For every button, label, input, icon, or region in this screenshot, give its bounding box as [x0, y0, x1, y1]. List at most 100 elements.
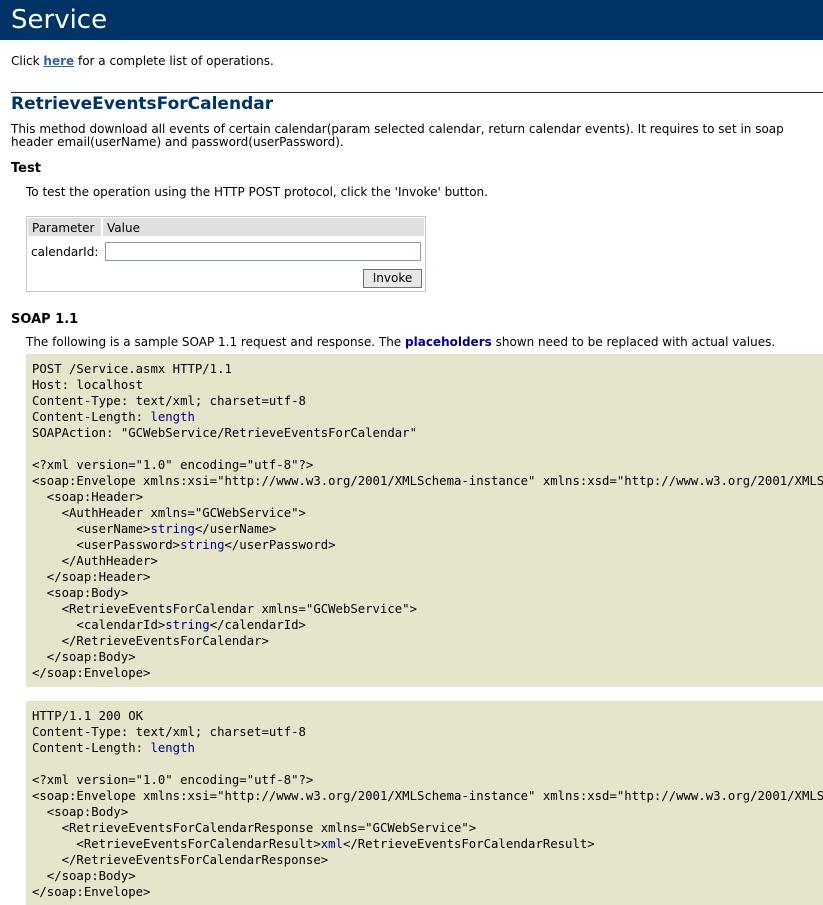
- placeholder-value: xml: [320, 837, 343, 851]
- code-line: Host: localhost: [32, 377, 823, 393]
- operations-intro: Click here for a complete list of operat…: [11, 54, 274, 68]
- code-text: <soap:Envelope xmlns:xsi="http://www.w3.…: [32, 474, 823, 488]
- code-line: </soap:Envelope>: [32, 884, 823, 900]
- code-text: <?xml version="1.0" encoding="utf-8"?>: [32, 773, 314, 787]
- code-text: Content-Length:: [32, 410, 151, 424]
- code-text: <soap:Body>: [32, 805, 129, 819]
- section-divider: [11, 92, 823, 93]
- code-text: <soap:Envelope xmlns:xsi="http://www.w3.…: [32, 789, 823, 803]
- soap-intro-prefix: The following is a sample SOAP 1.1 reque…: [26, 335, 406, 349]
- code-line: </soap:Body>: [32, 649, 823, 665]
- code-text: </calendarId>: [209, 618, 306, 632]
- code-line: <?xml version="1.0" encoding="utf-8"?>: [32, 457, 823, 473]
- code-line: SOAPAction: "GCWebService/RetrieveEvents…: [32, 425, 823, 441]
- code-line: <RetrieveEventsForCalendarResponse xmlns…: [32, 820, 823, 836]
- code-line: </AuthHeader>: [32, 553, 823, 569]
- code-text: <soap:Body>: [32, 586, 129, 600]
- code-text: </soap:Body>: [32, 869, 136, 883]
- placeholder-value: length: [150, 741, 195, 755]
- parameter-column-header: Parameter: [32, 221, 95, 235]
- calendar-id-label: calendarId:: [31, 245, 99, 259]
- code-line: <RetrieveEventsForCalendar xmlns="GCWebS…: [32, 601, 823, 617]
- header-divider: [101, 218, 103, 236]
- calendar-id-input[interactable]: [105, 242, 421, 261]
- soap-heading: SOAP 1.1: [11, 312, 79, 327]
- code-text: HTTP/1.1 200 OK: [32, 709, 144, 723]
- code-line: </RetrieveEventsForCalendar>: [32, 633, 823, 649]
- code-line: <soap:Envelope xmlns:xsi="http://www.w3.…: [32, 473, 823, 489]
- soap-response-sample: HTTP/1.1 200 OK Content-Type: text/xml; c…: [26, 701, 823, 905]
- code-text: Content-Type: text/xml; charset=utf-8: [32, 725, 306, 739]
- service-title: Service: [11, 5, 108, 35]
- code-line: Content-Type: text/xml; charset=utf-8: [32, 724, 823, 740]
- code-text: <RetrieveEventsForCalendarResponse xmlns…: [32, 821, 477, 835]
- placeholder-value: string: [150, 522, 195, 536]
- code-line: </soap:Body>: [32, 868, 823, 884]
- invoke-button[interactable]: Invoke: [363, 269, 422, 288]
- placeholders-word: placeholders: [405, 335, 492, 349]
- code-text: SOAPAction: "GCWebService/RetrieveEvents…: [32, 426, 417, 440]
- test-instructions: To test the operation using the HTTP POS…: [26, 185, 488, 199]
- code-line: </RetrieveEventsForCalendarResponse>: [32, 852, 823, 868]
- code-text: <calendarId>: [32, 618, 166, 632]
- operation-description: This method download all events of certa…: [11, 122, 784, 149]
- test-heading: Test: [11, 161, 41, 176]
- code-line: <soap:Envelope xmlns:xsi="http://www.w3.…: [32, 788, 823, 804]
- soap-response-code: HTTP/1.1 200 OK Content-Type: text/xml; c…: [32, 708, 823, 900]
- soap-intro: The following is a sample SOAP 1.1 reque…: [26, 335, 775, 349]
- code-text: </userName>: [194, 522, 277, 536]
- intro-prefix: Click: [11, 54, 44, 68]
- code-text: </RetrieveEventsForCalendarResponse>: [32, 853, 329, 867]
- placeholder-value: string: [180, 538, 225, 552]
- code-line: <soap:Body>: [32, 804, 823, 820]
- soap-intro-suffix: shown need to be replaced with actual va…: [491, 335, 776, 349]
- code-text: <userName>: [32, 522, 151, 536]
- code-text: </RetrieveEventsForCalendarResult>: [342, 837, 595, 851]
- intro-suffix: for a complete list of operations.: [74, 54, 274, 68]
- code-text: </userPassword>: [224, 538, 336, 552]
- code-text: <RetrieveEventsForCalendarResult>: [32, 837, 321, 851]
- soap-request-sample: POST /Service.asmx HTTP/1.1 Host: localho…: [26, 354, 823, 687]
- code-line: <AuthHeader xmlns="GCWebService">: [32, 505, 823, 521]
- code-text: Content-Length:: [32, 741, 151, 755]
- code-text: Content-Type: text/xml; charset=utf-8: [32, 394, 306, 408]
- code-text: </soap:Body>: [32, 650, 136, 664]
- code-text: <RetrieveEventsForCalendar xmlns="GCWebS…: [32, 602, 417, 616]
- code-text: <userPassword>: [32, 538, 181, 552]
- code-text: </RetrieveEventsForCalendar>: [32, 634, 269, 648]
- code-text: <soap:Header>: [32, 490, 144, 504]
- code-text: </soap:Header>: [32, 570, 151, 584]
- code-line: Content-Length: length: [32, 740, 823, 756]
- code-line: Content-Length: length: [32, 409, 823, 425]
- code-text: POST /Service.asmx HTTP/1.1: [32, 362, 232, 376]
- code-text: </soap:Envelope>: [32, 885, 151, 899]
- placeholder-value: length: [150, 410, 195, 424]
- code-text: </soap:Envelope>: [32, 666, 151, 680]
- placeholder-value: string: [165, 618, 210, 632]
- code-text: <?xml version="1.0" encoding="utf-8"?>: [32, 458, 314, 472]
- form-header-row: Parameter Value: [28, 218, 424, 236]
- invoke-form: Parameter Value calendarId: Invoke: [26, 216, 426, 292]
- code-line: <soap:Header>: [32, 489, 823, 505]
- operation-title: RetrieveEventsForCalendar: [11, 94, 274, 114]
- code-line: <calendarId>string</calendarId>: [32, 617, 823, 633]
- code-line: <soap:Body>: [32, 585, 823, 601]
- code-line: </soap:Envelope>: [32, 665, 823, 681]
- code-line: HTTP/1.1 200 OK: [32, 708, 823, 724]
- code-text: Host: localhost: [32, 378, 144, 392]
- value-column-header: Value: [107, 221, 140, 235]
- page-header: Service: [0, 0, 823, 40]
- code-line: Content-Type: text/xml; charset=utf-8: [32, 393, 823, 409]
- code-line: <?xml version="1.0" encoding="utf-8"?>: [32, 772, 823, 788]
- code-text: <AuthHeader xmlns="GCWebService">: [32, 506, 306, 520]
- code-line: POST /Service.asmx HTTP/1.1: [32, 361, 823, 377]
- code-text: </AuthHeader>: [32, 554, 158, 568]
- code-line: <RetrieveEventsForCalendarResult>xml</Re…: [32, 836, 823, 852]
- operations-list-link[interactable]: here: [43, 54, 74, 68]
- code-line: <userName>string</userName>: [32, 521, 823, 537]
- soap-request-code: POST /Service.asmx HTTP/1.1 Host: localho…: [32, 361, 823, 681]
- code-line: </soap:Header>: [32, 569, 823, 585]
- code-line: <userPassword>string</userPassword>: [32, 537, 823, 553]
